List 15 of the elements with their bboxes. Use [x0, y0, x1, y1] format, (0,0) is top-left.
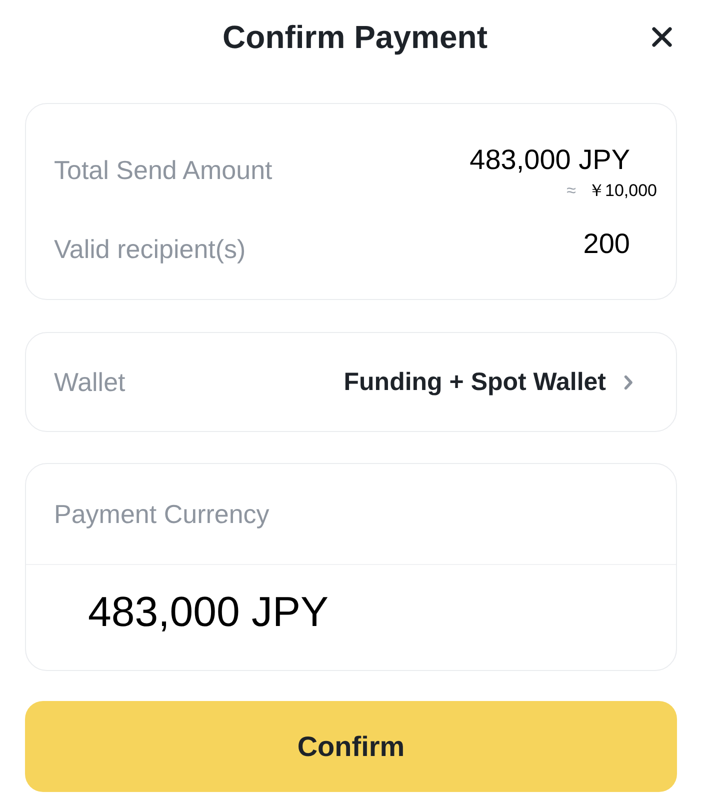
amount-value: 483,000 JPY [470, 143, 630, 177]
confirm-button[interactable]: Confirm [25, 701, 677, 792]
field-label: Payment Currency [54, 498, 270, 531]
wallet-selector[interactable]: Wallet Funding + Spot Wallet [25, 332, 677, 432]
dialog-title: Confirm Payment [222, 18, 488, 57]
field-label: Wallet [54, 366, 126, 399]
approx-sign: ≈ [566, 180, 576, 202]
field-label: Valid recipient(s) [54, 233, 246, 266]
field-label: Total Send Amount [54, 154, 272, 187]
payment-amount: 483,000 JPY [88, 586, 329, 636]
count-value: 200 [583, 227, 630, 261]
close-icon [651, 26, 673, 48]
chevron-right-icon [624, 374, 633, 390]
fiat-estimate: ￥10,000 [588, 180, 657, 202]
wallet-name: Funding + Spot Wallet [344, 367, 606, 398]
